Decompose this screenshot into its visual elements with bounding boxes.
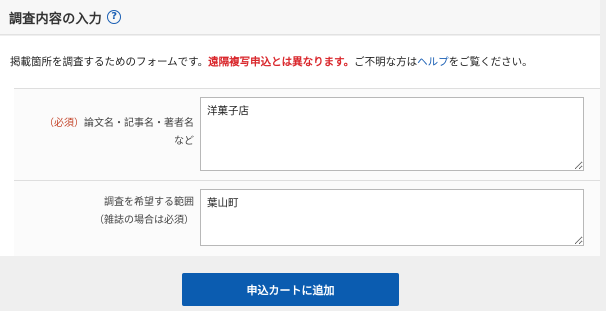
form-panel: 掲載箇所を調査するためのフォームです。遠隔複写申込とは異なります。ご不明な方はヘ… [0, 36, 600, 256]
form-row-title: （必須）論文名・記事名・著者名 など 洋菓子店 [14, 89, 600, 181]
description-text: 掲載箇所を調査するためのフォームです。 [10, 56, 209, 68]
range-label-subtext: （雑誌の場合は必須） [94, 215, 194, 226]
form-description: 掲載箇所を調査するためのフォームです。遠隔複写申込とは異なります。ご不明な方はヘ… [10, 54, 533, 69]
range-textarea[interactable]: 葉山町 [200, 189, 584, 246]
required-marker: （必須） [44, 118, 84, 129]
title-label-text: 論文名・記事名・著者名 [84, 118, 194, 129]
range-field-label: 調査を希望する範囲 （雑誌の場合は必須） [14, 181, 200, 257]
help-link[interactable]: ヘルプ [417, 56, 449, 68]
title-label-subtext: など [174, 136, 194, 147]
title-textarea[interactable]: 洋菓子店 [200, 97, 584, 171]
description-text-end: をご覧ください。 [448, 56, 533, 68]
description-text-middle: ご不明な方は [354, 56, 418, 68]
section-header: 調査内容の入力 ? [0, 0, 600, 35]
add-to-cart-button[interactable]: 申込カートに追加 [182, 273, 399, 306]
help-icon[interactable]: ? [107, 10, 122, 24]
form-row-range: 調査を希望する範囲 （雑誌の場合は必須） 葉山町 [14, 181, 600, 257]
section-title: 調査内容の入力 [9, 11, 103, 27]
warning-text: 遠隔複写申込とは異なります。 [208, 56, 355, 68]
form-table: （必須）論文名・記事名・著者名 など 洋菓子店 調査を希望する範囲 （雑誌の場合… [14, 88, 600, 256]
range-label-text: 調査を希望する範囲 [104, 197, 194, 208]
title-field-label: （必須）論文名・記事名・著者名 など [14, 89, 200, 180]
